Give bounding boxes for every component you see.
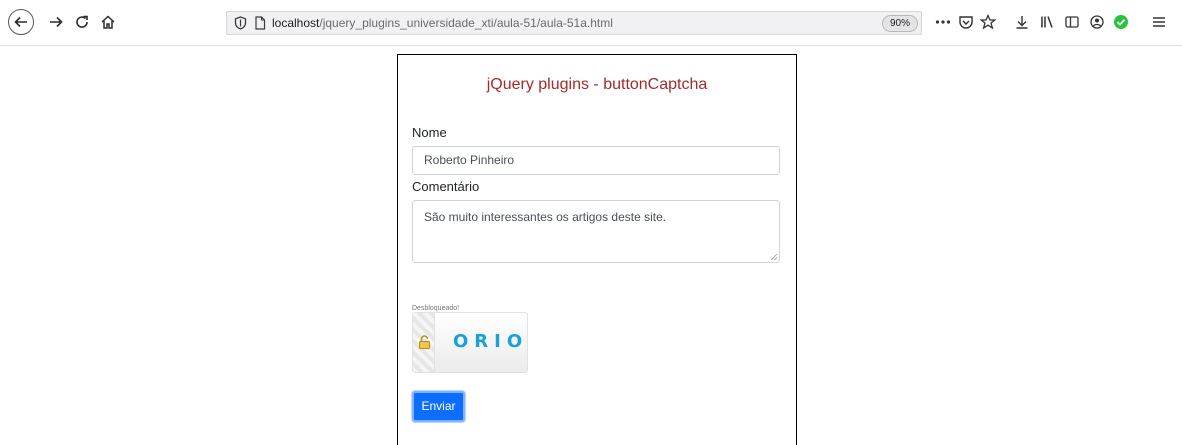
back-button[interactable]: [8, 9, 34, 35]
resize-grip-icon[interactable]: [771, 254, 777, 260]
library-button[interactable]: [1036, 11, 1058, 33]
account-icon: [1090, 15, 1104, 29]
bookmark-star-button[interactable]: [977, 11, 999, 33]
comment-text: São muito interessantes os artigos deste…: [424, 210, 667, 224]
extension-check-icon: [1114, 15, 1128, 29]
library-icon: [1041, 16, 1053, 28]
zoom-level-badge[interactable]: 90%: [882, 15, 918, 32]
url-host: localhost: [272, 16, 320, 30]
account-button[interactable]: [1086, 11, 1108, 33]
more-icon: [935, 20, 951, 24]
home-icon: [101, 15, 115, 29]
name-label: Nome: [412, 125, 447, 140]
back-arrow-icon: [14, 16, 27, 28]
url-path: /jquery_plugins_universidade_xti/aula-51…: [319, 16, 613, 30]
comment-label: Comentário: [412, 179, 480, 194]
download-icon: [1016, 16, 1028, 29]
name-input[interactable]: Roberto Pinheiro: [412, 146, 780, 175]
submit-button[interactable]: Enviar: [412, 391, 465, 422]
unlocked-padlock-icon: [419, 335, 430, 349]
page-title: jQuery plugins - buttonCaptcha: [486, 76, 708, 93]
comment-textarea[interactable]: São muito interessantes os artigos deste…: [412, 200, 780, 263]
more-button[interactable]: [932, 11, 954, 33]
forward-button[interactable]: [44, 10, 68, 34]
address-bar[interactable]: localhost/jquery_plugins_universidade_xt…: [226, 11, 922, 35]
pocket-button[interactable]: [955, 11, 977, 33]
page-icon[interactable]: [254, 16, 266, 30]
downloads-button[interactable]: [1011, 11, 1033, 33]
home-button[interactable]: [96, 10, 120, 34]
menu-button[interactable]: [1148, 11, 1170, 33]
url-text[interactable]: localhost/jquery_plugins_universidade_xt…: [272, 16, 613, 31]
menu-icon: [1153, 17, 1165, 27]
captcha-word: ORION: [453, 331, 528, 352]
extension-button[interactable]: [1110, 11, 1132, 33]
browser-toolbar: localhost/jquery_plugins_universidade_xt…: [0, 0, 1182, 46]
shield-icon[interactable]: [234, 16, 247, 30]
sidebar-button[interactable]: [1061, 11, 1083, 33]
star-icon: [980, 14, 996, 30]
form-card: jQuery plugins - buttonCaptcha Nome Robe…: [397, 54, 797, 445]
reload-icon: [76, 15, 88, 28]
pocket-icon: [959, 16, 973, 29]
reload-button[interactable]: [70, 10, 94, 34]
forward-arrow-icon: [50, 16, 63, 28]
sidebar-icon: [1065, 16, 1079, 28]
button-captcha[interactable]: ORION: [412, 312, 528, 373]
